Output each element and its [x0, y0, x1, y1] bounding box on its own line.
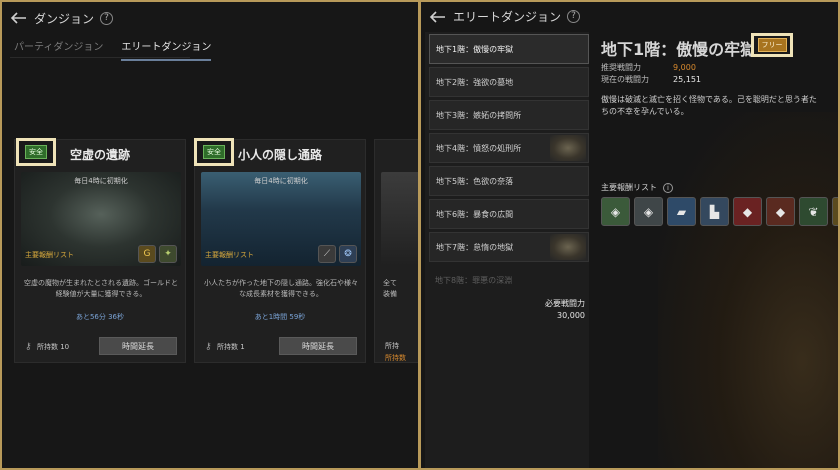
background-art [658, 112, 838, 468]
safe-badge: 安全 [203, 145, 225, 159]
floor-item-6[interactable]: 地下6階：暴食の広間 [429, 199, 589, 229]
current-power-value: 25,151 [673, 75, 701, 84]
reward-list-label: 主要報酬リスト [205, 251, 254, 259]
required-power: 必要戦闘力 30,000 [545, 298, 585, 322]
key-icon: ⚷ [205, 342, 212, 352]
help-icon[interactable]: ? [567, 10, 581, 23]
floor-item-5[interactable]: 地下5階：色欲の奈落 [429, 166, 589, 196]
extend-time-button[interactable]: 時間延長 [99, 337, 177, 355]
hold-count-text: 所持数 1 [217, 343, 245, 351]
reset-time-label: 毎日4時に初期化 [254, 177, 308, 185]
hold-count: ⚷ 所持数 10 [25, 341, 69, 353]
blue-scroll-icon[interactable]: ▰ [667, 197, 696, 226]
reward-icons: ⟋ ❂ [318, 245, 357, 263]
back-arrow-icon[interactable] [10, 11, 28, 25]
hold-count-text-2: 所持数 [385, 354, 406, 362]
floor-label: 地下8階：罪悪の深淵 [435, 275, 513, 285]
safe-badge-highlight: 安全 [194, 138, 234, 166]
elite-dungeon-panel: エリートダンジョン ? 地下1階：傲慢の牢獄 地下2階：強欲の墓地 地下3階：嫉… [421, 2, 838, 468]
boss-thumbnail [550, 135, 586, 161]
header-title: ダンジョン [34, 11, 95, 26]
free-badge: フリー [757, 38, 787, 52]
safe-badge-highlight: 安全 [16, 138, 56, 166]
dungeon-card-dwarf-passage[interactable]: 小人の隠し通路 毎日4時に初期化 主要報酬リスト ⟋ ❂ 小人たちが作った地下の… [194, 139, 366, 363]
required-power-label: 必要戦闘力 [545, 299, 585, 308]
reward-list-header: 主要報酬リスト i [601, 182, 673, 193]
reward-icons: G ✦ [138, 245, 177, 263]
hold-count-text: 所持 [385, 342, 399, 350]
floor-item-2[interactable]: 地下2階：強欲の墓地 [429, 67, 589, 97]
boss-thumbnail [550, 234, 586, 260]
floor-item-4[interactable]: 地下4階：憤怒の処刑所 [429, 133, 589, 163]
safe-badge: 安全 [25, 145, 47, 159]
info-icon[interactable]: i [663, 182, 673, 193]
extend-time-button[interactable]: 時間延長 [279, 337, 357, 355]
red-gem-icon[interactable]: ◆ [733, 197, 762, 226]
reset-time-label: 毎日4時に初期化 [74, 177, 128, 185]
reward-list-label: 主要報酬リスト [25, 251, 74, 259]
dungeon-description: 傲慢は破滅と滅亡を招く怪物である。己を聡明だと思う者たちの不幸を孕んでいる。 [601, 95, 817, 116]
remaining-time: あと56分 36秒 [75, 313, 125, 321]
floor-label: 地下6階：暴食の広間 [436, 209, 514, 219]
recommended-power-label: 推奨戦闘力 [601, 63, 641, 72]
reward-icons: ◈◈▰▙◆◆❦❦ [601, 197, 838, 226]
card-description: 空虚の魔物が生まれたとされる遺跡。ゴールドと経験値が大量に獲得できる。 [24, 279, 178, 298]
card-image [381, 172, 418, 266]
enhance-stone-icon[interactable]: ⟋ [318, 245, 336, 263]
dungeon-header: ダンジョン ? [10, 8, 114, 28]
floor-label: 地下3階：嫉妬の拷問所 [436, 110, 522, 120]
dungeon-card-partial[interactable]: 全て 装備 所持 所持数 [374, 139, 418, 363]
boots-icon[interactable]: ▙ [700, 197, 729, 226]
current-power-label: 現在の戦闘力 [601, 75, 649, 84]
gold-coin-icon[interactable]: G [138, 245, 156, 263]
floor-item-1[interactable]: 地下1階：傲慢の牢獄 [429, 34, 589, 64]
silver-rune-icon[interactable]: ◈ [634, 197, 663, 226]
gold-leaf-icon[interactable]: ❦ [832, 197, 838, 226]
growth-material-icon[interactable]: ❂ [339, 245, 357, 263]
dungeon-title: 地下1階：傲慢の牢獄 [601, 40, 757, 59]
card-image: 毎日4時に初期化 主要報酬リスト ⟋ ❂ [201, 172, 361, 266]
remaining-time: あと1時間 59秒 [254, 313, 306, 321]
hold-count: 所持 所持数 [385, 341, 406, 363]
back-arrow-icon[interactable] [429, 10, 447, 24]
green-leaf-icon[interactable]: ❦ [799, 197, 828, 226]
recommended-power-value: 9,000 [673, 63, 696, 72]
header-title: エリートダンジョン [453, 10, 562, 24]
floor-list: 地下1階：傲慢の牢獄 地下2階：強欲の墓地 地下3階：嫉妬の拷問所 地下4階：憤… [425, 32, 589, 468]
power-stats: 推奨戦闘力 9,000 現在の戦闘力 25,151 [601, 62, 701, 86]
key-icon: ⚷ [25, 342, 32, 352]
free-badge-highlight: フリー [751, 33, 793, 57]
card-image: 毎日4時に初期化 主要報酬リスト G ✦ [21, 172, 181, 266]
gold-rune-icon[interactable]: ◈ [601, 197, 630, 226]
floor-label: 地下4階：憤怒の処刑所 [436, 143, 522, 153]
tab-divider [10, 57, 190, 58]
exp-icon[interactable]: ✦ [159, 245, 177, 263]
dungeon-panel: ダンジョン ? パーティダンジョン エリートダンジョン 空虚の遺跡 毎日4時に初… [2, 2, 418, 468]
help-icon[interactable]: ? [100, 11, 114, 25]
hold-count-text: 所持数 10 [37, 343, 70, 351]
floor-label: 地下1階：傲慢の牢獄 [436, 44, 514, 54]
floor-item-3[interactable]: 地下3階：嫉妬の拷問所 [429, 100, 589, 130]
floor-label: 地下5階：色欲の奈落 [436, 176, 514, 186]
floor-item-7[interactable]: 地下7階：怠惰の地獄 [429, 232, 589, 262]
red-ore-icon[interactable]: ◆ [766, 197, 795, 226]
floor-label: 地下2階：強欲の墓地 [436, 77, 514, 87]
floor-label: 地下7階：怠惰の地獄 [436, 242, 514, 252]
elite-header: エリートダンジョン ? [429, 8, 581, 25]
reward-list-label: 主要報酬リスト [601, 183, 657, 192]
card-description: 全て 装備 [383, 279, 397, 298]
dungeon-card-empty-ruins[interactable]: 空虚の遺跡 毎日4時に初期化 主要報酬リスト G ✦ 空虚の魔物が生まれたとされ… [14, 139, 186, 363]
required-power-value: 30,000 [557, 311, 585, 320]
floor-item-8-locked[interactable]: 地下8階：罪悪の深淵 [429, 265, 589, 295]
hold-count: ⚷ 所持数 1 [205, 341, 245, 353]
card-description: 小人たちが作った地下の隠し通路。強化石や様々な成長素材を獲得できる。 [204, 279, 358, 298]
